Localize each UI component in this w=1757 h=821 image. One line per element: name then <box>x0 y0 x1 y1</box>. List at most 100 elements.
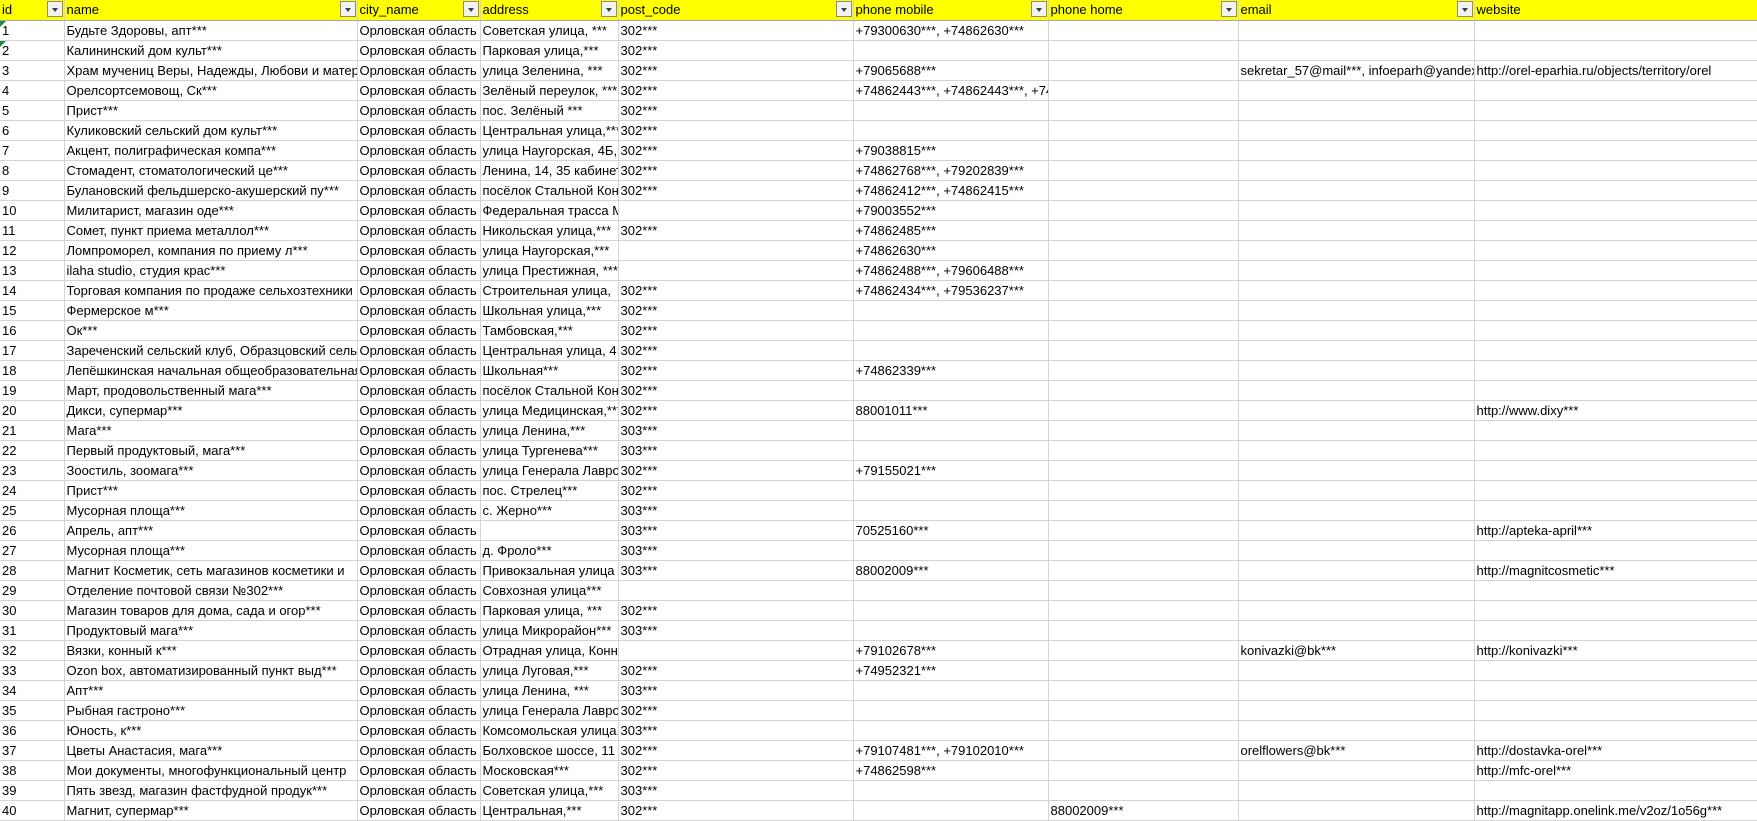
filter-dropdown-icon[interactable] <box>462 1 479 17</box>
cell-phone-home[interactable] <box>1048 100 1239 121</box>
cell-website[interactable] <box>1474 260 1757 281</box>
cell-phone-mobile[interactable]: +74862598*** <box>853 760 1049 781</box>
cell-phone-mobile[interactable]: +74952321*** <box>853 660 1049 681</box>
cell-email[interactable] <box>1238 620 1475 641</box>
cell-name[interactable]: Цветы Анастасия, мага*** <box>64 740 358 761</box>
cell-phone-mobile[interactable] <box>853 340 1049 361</box>
cell-email[interactable] <box>1238 220 1475 241</box>
cell-city-name[interactable]: Орловская область <box>357 160 481 181</box>
cell-name[interactable]: Отделение почтовой связи №302*** <box>64 580 358 601</box>
cell-post-code[interactable]: 302*** <box>618 80 854 101</box>
cell-website[interactable]: http://orel-eparhia.ru/objects/territory… <box>1474 60 1757 81</box>
cell-name[interactable]: Рыбная гастроно*** <box>64 700 358 721</box>
cell-phone-home[interactable] <box>1048 360 1239 381</box>
filter-dropdown-icon[interactable] <box>1030 1 1047 17</box>
cell-name[interactable]: Торговая компания по продаже сельхозтехн… <box>64 280 358 301</box>
cell-id[interactable]: 36 <box>0 720 65 741</box>
cell-website[interactable] <box>1474 280 1757 301</box>
cell-post-code[interactable]: 302*** <box>618 760 854 781</box>
cell-address[interactable]: Болховское шоссе, 11 <box>480 740 619 761</box>
cell-email[interactable] <box>1238 420 1475 441</box>
cell-id[interactable]: 26 <box>0 520 65 541</box>
cell-phone-mobile[interactable] <box>853 620 1049 641</box>
cell-id[interactable]: 13 <box>0 260 65 281</box>
cell-id[interactable]: 32 <box>0 640 65 661</box>
cell-phone-home[interactable] <box>1048 560 1239 581</box>
cell-address[interactable]: Ленина, 14, 35 кабинет <box>480 160 619 181</box>
cell-post-code[interactable]: 302*** <box>618 400 854 421</box>
cell-address[interactable]: пос. Стрелец*** <box>480 480 619 501</box>
cell-name[interactable]: Фермерское м*** <box>64 300 358 321</box>
cell-phone-home[interactable] <box>1048 520 1239 541</box>
cell-email[interactable] <box>1238 480 1475 501</box>
cell-name[interactable]: Вязки, конный к*** <box>64 640 358 661</box>
cell-website[interactable] <box>1474 100 1757 121</box>
cell-phone-mobile[interactable]: 70525160*** <box>853 520 1049 541</box>
cell-email[interactable] <box>1238 320 1475 341</box>
cell-address[interactable]: улица Престижная, *** <box>480 260 619 281</box>
cell-post-code[interactable]: 302*** <box>618 280 854 301</box>
cell-city-name[interactable]: Орловская область <box>357 540 481 561</box>
cell-phone-mobile[interactable]: +79107481***, +79102010*** <box>853 740 1049 761</box>
cell-city-name[interactable]: Орловская область <box>357 620 481 641</box>
cell-post-code[interactable]: 302*** <box>618 140 854 161</box>
cell-address[interactable]: Школьная*** <box>480 360 619 381</box>
cell-address[interactable]: улица Наугорская, 4Б, <box>480 140 619 161</box>
cell-phone-home[interactable] <box>1048 540 1239 561</box>
cell-city-name[interactable]: Орловская область <box>357 600 481 621</box>
cell-website[interactable] <box>1474 220 1757 241</box>
cell-post-code[interactable]: 302*** <box>618 600 854 621</box>
cell-address[interactable]: Советская улица, *** <box>480 20 619 41</box>
cell-city-name[interactable]: Орловская область <box>357 500 481 521</box>
cell-email[interactable] <box>1238 400 1475 421</box>
cell-address[interactable]: посёлок Стальной Конь <box>480 180 619 201</box>
cell-post-code[interactable]: 303*** <box>618 680 854 701</box>
cell-name[interactable]: Март, продовольственный мага*** <box>64 380 358 401</box>
cell-website[interactable] <box>1474 40 1757 61</box>
cell-city-name[interactable]: Орловская область <box>357 700 481 721</box>
cell-email[interactable] <box>1238 600 1475 621</box>
cell-website[interactable] <box>1474 780 1757 801</box>
cell-address[interactable]: Парковая улица, *** <box>480 600 619 621</box>
cell-address[interactable]: Парковая улица,*** <box>480 40 619 61</box>
cell-email[interactable] <box>1238 660 1475 681</box>
cell-phone-home[interactable] <box>1048 580 1239 601</box>
cell-phone-home[interactable] <box>1048 620 1239 641</box>
cell-phone-mobile[interactable]: +79038815*** <box>853 140 1049 161</box>
cell-website[interactable] <box>1474 300 1757 321</box>
cell-post-code[interactable]: 302*** <box>618 360 854 381</box>
cell-phone-mobile[interactable] <box>853 600 1049 621</box>
cell-post-code[interactable]: 302*** <box>618 160 854 181</box>
cell-address[interactable]: Центральная улица,*** <box>480 120 619 141</box>
cell-website[interactable] <box>1474 320 1757 341</box>
cell-phone-mobile[interactable]: +74862630*** <box>853 240 1049 261</box>
cell-phone-mobile[interactable] <box>853 380 1049 401</box>
cell-post-code[interactable]: 302*** <box>618 300 854 321</box>
cell-email[interactable] <box>1238 540 1475 561</box>
cell-website[interactable] <box>1474 340 1757 361</box>
cell-email[interactable] <box>1238 380 1475 401</box>
cell-city-name[interactable]: Орловская область <box>357 720 481 741</box>
cell-phone-home[interactable] <box>1048 480 1239 501</box>
cell-name[interactable]: Магнит Косметик, сеть магазинов косметик… <box>64 560 358 581</box>
cell-post-code[interactable]: 302*** <box>618 380 854 401</box>
cell-id[interactable]: 21 <box>0 420 65 441</box>
cell-name[interactable]: Ок*** <box>64 320 358 341</box>
cell-post-code[interactable] <box>618 240 854 261</box>
cell-id[interactable]: 9 <box>0 180 65 201</box>
cell-id[interactable]: 18 <box>0 360 65 381</box>
cell-name[interactable]: Храм мучениц Веры, Надежды, Любови и мат… <box>64 60 358 81</box>
cell-phone-mobile[interactable]: +74862768***, +79202839*** <box>853 160 1049 181</box>
cell-id[interactable]: 4 <box>0 80 65 101</box>
cell-address[interactable]: улица Генерала Лаврова <box>480 460 619 481</box>
cell-id[interactable]: 23 <box>0 460 65 481</box>
cell-phone-mobile[interactable] <box>853 700 1049 721</box>
cell-phone-home[interactable] <box>1048 300 1239 321</box>
cell-city-name[interactable]: Орловская область <box>357 580 481 601</box>
cell-id[interactable]: 35 <box>0 700 65 721</box>
cell-name[interactable]: Зареченский сельский клуб, Образцовский … <box>64 340 358 361</box>
cell-phone-home[interactable] <box>1048 760 1239 781</box>
cell-phone-mobile[interactable]: 88001011*** <box>853 400 1049 421</box>
cell-address[interactable]: пос. Зелёный *** <box>480 100 619 121</box>
cell-id[interactable]: 3 <box>0 60 65 81</box>
